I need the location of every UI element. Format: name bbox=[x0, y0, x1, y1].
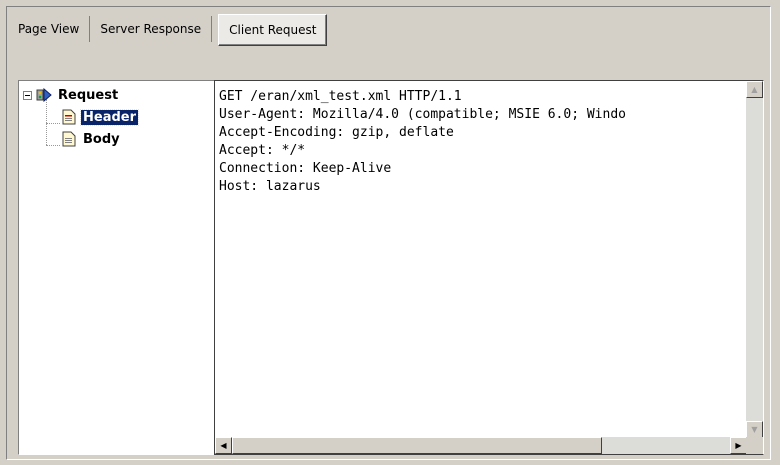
tree-item-request[interactable]: Request bbox=[23, 87, 120, 103]
document-icon bbox=[61, 131, 77, 147]
scroll-right-button[interactable]: ▶ bbox=[730, 437, 747, 454]
request-tree-icon bbox=[36, 87, 52, 103]
tree-item-label: Body bbox=[83, 131, 120, 147]
arrow-right-icon: ▶ bbox=[735, 441, 742, 450]
tree-connector-line bbox=[46, 99, 47, 145]
request-line: User-Agent: Mozilla/4.0 (compatible; MSI… bbox=[219, 107, 626, 122]
scrollbar-corner bbox=[746, 437, 763, 454]
scroll-down-button[interactable]: ▼ bbox=[746, 421, 763, 438]
tree-item-body[interactable]: Body bbox=[61, 131, 122, 147]
vertical-scrollbar[interactable]: ▲ ▼ bbox=[746, 81, 763, 438]
request-line: Connection: Keep-Alive bbox=[219, 161, 392, 176]
tree-connector-line bbox=[46, 123, 60, 124]
scroll-left-button[interactable]: ◀ bbox=[215, 437, 232, 454]
tab-bar: Page View Server Response Client Request bbox=[8, 12, 328, 46]
request-line: GET /eran/xml_test.xml HTTP/1.1 bbox=[219, 89, 462, 104]
scroll-up-button[interactable]: ▲ bbox=[746, 81, 763, 98]
request-text[interactable]: GET /eran/xml_test.xml HTTP/1.1 User-Age… bbox=[219, 88, 626, 196]
tree-item-label: Request bbox=[58, 87, 119, 103]
tree-item-label: Header bbox=[79, 108, 140, 126]
request-line: Host: lazarus bbox=[219, 179, 321, 194]
horizontal-scroll-thumb[interactable] bbox=[232, 437, 602, 454]
horizontal-scrollbar[interactable]: ◀ ▶ bbox=[215, 437, 747, 454]
arrow-up-icon: ▲ bbox=[751, 85, 758, 94]
tree-item-header[interactable]: Header bbox=[61, 108, 140, 126]
request-line: Accept: */* bbox=[219, 143, 306, 158]
request-content-view[interactable]: GET /eran/xml_test.xml HTTP/1.1 User-Age… bbox=[214, 80, 764, 455]
arrow-left-icon: ◀ bbox=[220, 441, 227, 450]
collapse-icon[interactable] bbox=[23, 90, 32, 100]
tree-connector-line bbox=[46, 145, 60, 146]
tab-page-view[interactable]: Page View bbox=[8, 16, 91, 42]
tab-server-response[interactable]: Server Response bbox=[90, 16, 213, 42]
arrow-down-icon: ▼ bbox=[751, 425, 758, 434]
request-line: Accept-Encoding: gzip, deflate bbox=[219, 125, 454, 140]
tab-client-request[interactable]: Client Request bbox=[218, 14, 328, 46]
document-icon bbox=[61, 109, 77, 125]
request-tree: Request Header Body bbox=[18, 80, 214, 455]
